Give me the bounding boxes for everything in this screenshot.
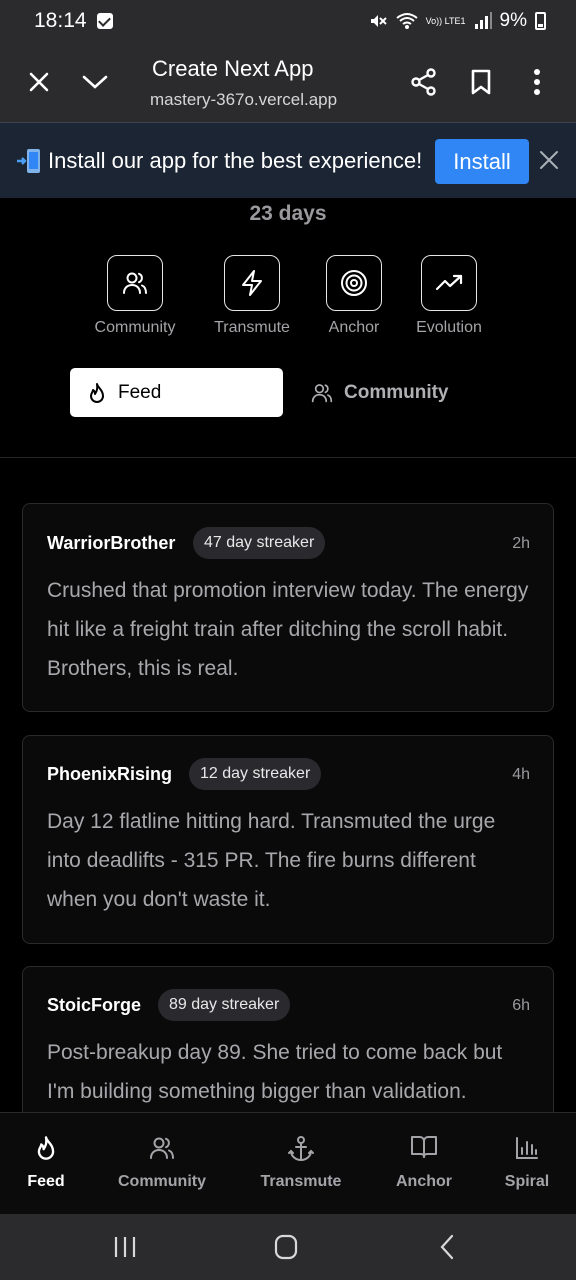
status-bar: 18:14 Vo)) LTE1 9% (0, 0, 576, 42)
bar-chart-icon (516, 1137, 538, 1159)
nav-community[interactable]: Community (112, 1135, 212, 1191)
bookmark-button[interactable] (463, 64, 499, 100)
post-card[interactable]: StoicForge 89 day streaker 6h Post-break… (22, 966, 554, 1112)
dismiss-banner-icon[interactable] (538, 149, 560, 171)
nav-label: Community (118, 1173, 206, 1190)
target-icon (341, 270, 367, 296)
install-banner: Install our app for the best experience!… (0, 122, 576, 198)
streak-badge: 12 day streaker (189, 758, 322, 790)
post-card[interactable]: PhoenixRising 12 day streaker 4h Day 12 … (22, 735, 554, 944)
bottom-navigation: Feed Community Transmute Anchor Spiral (0, 1112, 576, 1214)
quick-action-transmute[interactable]: Transmute (197, 255, 307, 337)
post-body: Day 12 flatline hitting hard. Transmuted… (47, 810, 496, 911)
segment-community[interactable]: Community (310, 368, 510, 417)
chevron-down-icon (82, 75, 108, 89)
segment-community-label: Community (344, 381, 449, 403)
quick-action-box (224, 255, 280, 311)
post-card[interactable]: WarriorBrother 47 day streaker 2h Crushe… (22, 503, 554, 712)
home-icon[interactable] (271, 1234, 301, 1260)
nav-label: Anchor (396, 1173, 452, 1190)
nav-feed[interactable]: Feed (22, 1135, 70, 1191)
quick-action-label: Community (94, 319, 176, 336)
users-icon (150, 1137, 174, 1159)
quick-action-box (326, 255, 382, 311)
back-icon[interactable] (433, 1234, 463, 1260)
flame-icon (37, 1136, 55, 1160)
quick-action-box (107, 255, 163, 311)
quick-action-anchor[interactable]: Anchor (299, 255, 409, 337)
post-username[interactable]: StoicForge (47, 995, 141, 1016)
streak-badge: 89 day streaker (158, 989, 291, 1021)
users-icon (123, 272, 147, 294)
post-body: Crushed that promotion interview today. … (47, 579, 529, 680)
post-username[interactable]: PhoenixRising (47, 764, 172, 785)
quick-action-box (421, 255, 477, 311)
system-navigation (0, 1214, 576, 1280)
post-time: 6h (512, 997, 530, 1014)
nav-label: Transmute (260, 1173, 342, 1190)
install-button[interactable]: Install (435, 139, 529, 184)
users-icon (311, 383, 333, 402)
install-phone-icon (17, 148, 40, 173)
more-menu-button[interactable] (519, 64, 555, 100)
nav-label: Feed (27, 1173, 65, 1190)
quick-action-label: Anchor (328, 319, 380, 336)
post-body: Post-breakup day 89. She tried to come b… (47, 1041, 503, 1103)
segment-feed-label: Feed (118, 381, 162, 403)
status-time: 18:14 (34, 9, 87, 32)
battery-icon (535, 12, 546, 30)
book-icon (411, 1136, 437, 1158)
post-username[interactable]: WarriorBrother (47, 533, 175, 554)
share-button[interactable] (406, 64, 442, 100)
quick-action-community[interactable]: Community (80, 255, 190, 337)
nav-transmute[interactable]: Transmute (255, 1135, 347, 1191)
segment-feed[interactable]: Feed (70, 368, 283, 417)
url-text[interactable]: mastery-367o.vercel.app (150, 90, 340, 110)
checkbox-notification-icon (96, 13, 113, 29)
anchor-icon (288, 1136, 314, 1162)
streak-badge: 47 day streaker (193, 527, 326, 559)
browser-toolbar: Create Next App mastery-367o.vercel.app (0, 42, 576, 122)
wifi-icon (396, 13, 418, 29)
post-time: 2h (512, 535, 530, 552)
share-icon (411, 68, 436, 96)
section-divider (0, 457, 576, 458)
flame-icon (90, 382, 104, 403)
streak-days: 23 days (249, 202, 327, 225)
signal-icon (474, 12, 492, 29)
page-title: Create Next App (152, 56, 314, 81)
lightning-icon (242, 270, 262, 296)
main-content: 23 days Community Transmute Anchor Evolu… (0, 198, 576, 1112)
bookmark-icon (471, 69, 491, 95)
trending-up-icon (435, 274, 463, 291)
close-icon (29, 72, 49, 92)
network-label: Vo)) LTE1 (425, 15, 466, 26)
nav-anchor[interactable]: Anchor (392, 1135, 456, 1191)
recent-apps-icon[interactable] (110, 1234, 140, 1260)
mute-icon (370, 15, 387, 27)
collapse-button[interactable] (77, 64, 113, 100)
nav-label: Spiral (504, 1173, 550, 1190)
quick-action-label: Evolution (416, 319, 482, 336)
close-tab-button[interactable] (21, 64, 57, 100)
status-icons: Vo)) LTE1 9% (368, 10, 546, 32)
more-vertical-icon (534, 69, 540, 95)
battery-percent: 9% (499, 10, 527, 31)
quick-action-label: Transmute (214, 319, 290, 336)
install-message: Install our app for the best experience! (48, 147, 423, 173)
post-time: 4h (512, 766, 530, 783)
nav-spiral[interactable]: Spiral (500, 1135, 554, 1191)
quick-action-evolution[interactable]: Evolution (394, 255, 504, 337)
